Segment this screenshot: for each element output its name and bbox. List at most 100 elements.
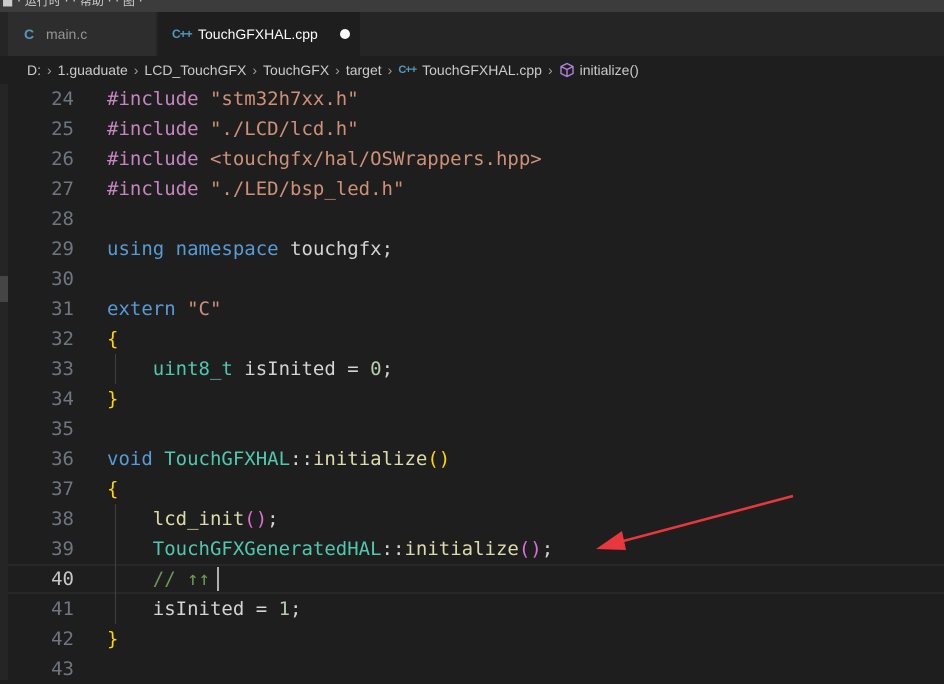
line-number: 31 <box>51 298 74 320</box>
code-line[interactable]: 39 TouchGFXGeneratedHAL::initialize(); <box>8 534 944 564</box>
code-token: ; <box>541 538 554 560</box>
code-token: extern <box>107 298 176 320</box>
code-token: initialize <box>312 448 428 470</box>
code-line[interactable]: 24 #include "stm32h7xx.h" <box>8 84 944 114</box>
line-number: 28 <box>51 208 74 230</box>
method-cube-icon <box>559 62 574 78</box>
breadcrumb: D: › 1.guaduate › LCD_TouchGFX › TouchGF… <box>0 56 944 84</box>
code-text: isInited = 1; <box>107 594 302 624</box>
indent-guide <box>115 504 116 624</box>
code-line[interactable]: 27 #include "./LED/bsp_led.h" <box>8 174 944 204</box>
line-number: 40 <box>51 568 74 590</box>
code-line[interactable]: 34} <box>8 384 944 414</box>
code-line[interactable]: 32 { <box>8 324 944 354</box>
code-line[interactable]: 40 // ↑↑ <box>8 564 944 594</box>
line-number: 26 <box>51 148 74 170</box>
code-line[interactable]: 33 uint8_t isInited = 0; <box>8 354 944 384</box>
line-number: 42 <box>51 628 74 650</box>
line-number: 38 <box>51 508 74 530</box>
code-text: } <box>107 384 118 414</box>
code-line[interactable]: 35 <box>8 414 944 444</box>
code-text: TouchGFXGeneratedHAL::initialize(); <box>107 534 553 564</box>
code-token: ; <box>381 358 394 380</box>
breadcrumb-symbol[interactable]: initialize() <box>580 62 639 78</box>
code-line[interactable]: 42} <box>8 624 944 654</box>
breadcrumb-drive[interactable]: D: <box>27 62 41 78</box>
code-line[interactable]: 25 #include "./LCD/lcd.h" <box>8 114 944 144</box>
breadcrumb-file[interactable]: TouchGFXHAL.cpp <box>422 62 542 78</box>
code-text: extern "C" <box>107 294 221 324</box>
c-file-icon: C <box>24 26 35 42</box>
breadcrumb-folder[interactable]: target <box>346 62 382 78</box>
code-text: { <box>107 324 118 354</box>
code-token: uint8_t <box>152 358 233 380</box>
code-line[interactable]: 36 void TouchGFXHAL::initialize() <box>8 444 944 474</box>
chevron-right-icon: › <box>252 62 258 78</box>
indent-guide <box>115 354 116 384</box>
code-token: isInited = <box>107 598 279 620</box>
line-number: 25 <box>51 118 74 140</box>
breadcrumb-folder[interactable]: TouchGFX <box>263 62 329 78</box>
line-number: 34 <box>51 388 74 410</box>
code-text: #include "./LED/bsp_led.h" <box>107 174 404 204</box>
code-line[interactable]: 31 extern "C" <box>8 294 944 324</box>
code-line[interactable]: 29 using namespace touchgfx; <box>8 234 944 264</box>
line-number: 29 <box>51 238 74 260</box>
tab-touchgfxhal-cpp[interactable]: C++ TouchGFXHAL.cpp <box>158 12 360 56</box>
code-line[interactable]: 37 { <box>8 474 944 504</box>
tab-label: main.c <box>46 26 88 42</box>
code-token: "./LCD/lcd.h" <box>209 118 359 140</box>
code-token: } <box>107 388 119 410</box>
line-number: 41 <box>51 598 74 620</box>
code-text: #include "./LCD/lcd.h" <box>107 114 359 144</box>
code-line[interactable]: 30 <box>8 264 944 294</box>
code-line[interactable]: 41 isInited = 1; <box>8 594 944 624</box>
code-token: :: <box>381 538 405 560</box>
tab-main-c[interactable]: C main.c <box>8 12 156 56</box>
chevron-right-icon: › <box>335 62 340 78</box>
code-token: { <box>107 478 119 500</box>
code-line[interactable]: 28 <box>8 204 944 234</box>
code-token: ; <box>290 598 302 620</box>
code-token: () <box>518 538 542 560</box>
code-token: TouchGFXHAL <box>164 448 291 470</box>
code-editor[interactable]: 24 #include "stm32h7xx.h" 25 #include "./LC… <box>8 84 944 680</box>
code-line[interactable]: 38 lcd_init(); <box>8 504 944 534</box>
code-token: "./LED/bsp_led.h" <box>209 178 405 200</box>
line-number: 32 <box>51 328 74 350</box>
code-token: { <box>107 328 119 350</box>
code-token: #include <box>107 148 199 170</box>
chevron-right-icon: › <box>387 62 393 78</box>
code-text: using namespace touchgfx; <box>107 234 393 264</box>
code-text: #include <touchgfx/hal/OSWrappers.hpp> <box>107 144 542 174</box>
tab-label: TouchGFXHAL.cpp <box>198 26 318 42</box>
activity-marker <box>0 276 8 302</box>
chevron-right-icon: › <box>133 62 139 78</box>
breadcrumb-folder[interactable]: 1.guaduate <box>58 62 128 78</box>
code-line[interactable]: 26 #include <touchgfx/hal/OSWrappers.hpp> <box>8 144 944 174</box>
chevron-right-icon: › <box>47 62 52 78</box>
menu-bar: ■ · 运行时 · · 帮助 · · 图 · <box>0 0 944 12</box>
chevron-right-icon: › <box>547 62 553 78</box>
code-text: lcd_init(); <box>107 504 279 534</box>
unsaved-changes-dot-icon[interactable] <box>340 29 350 39</box>
code-token: "stm32h7xx.h" <box>209 88 359 110</box>
code-token: 1 <box>278 598 291 620</box>
code-token: "C" <box>187 298 222 320</box>
code-token: touchgfx; <box>290 238 394 260</box>
code-text: void TouchGFXHAL::initialize() <box>107 444 450 474</box>
code-token: #include <box>107 178 199 200</box>
code-token: #include <box>107 88 199 110</box>
code-token: void <box>107 448 153 470</box>
code-token: ; <box>267 508 279 530</box>
breadcrumb-folder[interactable]: LCD_TouchGFX <box>144 62 246 78</box>
editor-tab-bar: C main.c C++ TouchGFXHAL.cpp <box>0 12 944 56</box>
